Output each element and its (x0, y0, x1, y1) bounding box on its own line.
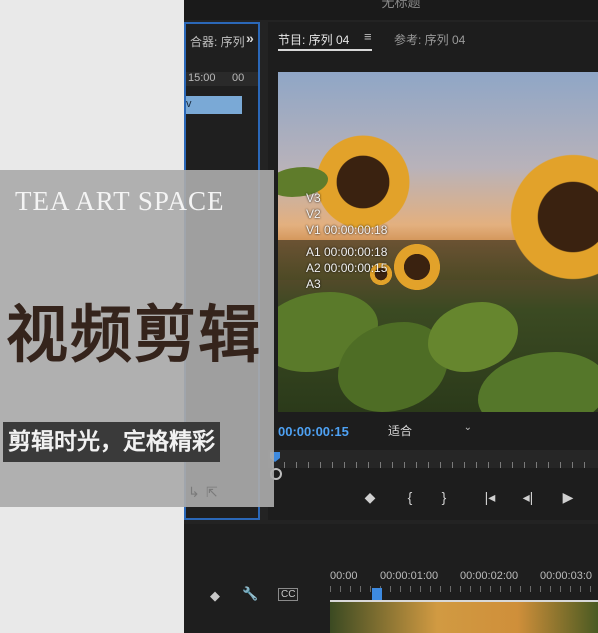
mark-out-button[interactable]: } (434, 489, 454, 505)
sunflower-image (390, 242, 444, 292)
playhead-timecode[interactable]: 00:00:00:15 (278, 424, 349, 439)
panel-menu-icon[interactable]: ≡ (364, 29, 372, 44)
play-button[interactable]: ▶ (558, 489, 578, 506)
overlay-track-v2: V2 (306, 207, 321, 221)
overlay-track-a2: A2 00:00:00:15 (306, 261, 388, 275)
clip-label: v (186, 98, 192, 110)
go-to-in-button[interactable]: |◂ (480, 489, 500, 506)
marker-button[interactable]: ◆ (360, 489, 380, 506)
source-ruler[interactable]: 15:00 00 (186, 72, 258, 86)
add-marker-icon[interactable]: ◆ (210, 588, 220, 604)
share-icon: ⇱ (206, 484, 218, 500)
window-title: 无标题 (381, 0, 421, 10)
source-clip[interactable]: v (186, 96, 242, 114)
subtitle: 剪辑时光，定格精彩 (3, 422, 220, 462)
program-monitor: 节目: 序列 04 ≡ 参考: 序列 04 V3 V2 V1 00:00:00:… (268, 22, 598, 520)
ruler-label: 00:00:03:0 (540, 570, 592, 582)
ruler-label: 00:00:01:00 (380, 570, 439, 582)
active-tab-underline (278, 49, 372, 51)
tab-program[interactable]: 节目: 序列 04 (278, 31, 349, 48)
overlay-track-v1: V1 00:00:00:18 (306, 223, 388, 237)
ruler-label: 15:00 (188, 72, 216, 84)
timeline-ruler[interactable]: 00:00 00:00:01:00 00:00:02:00 00:00:03:0 (330, 568, 598, 586)
captions-icon[interactable]: CC (278, 588, 299, 601)
panel-overflow-icon[interactable]: » (246, 30, 254, 46)
ruler-label: 00:00:02:00 (460, 570, 519, 582)
brand-name: TEA ART SPACE (15, 186, 225, 216)
tab-source[interactable]: 合器: 序列 (190, 33, 245, 50)
overlay-track-a3: A3 (306, 277, 321, 291)
headline: 视频剪辑 (6, 298, 263, 371)
wrench-icon[interactable]: 🔧 (242, 586, 258, 602)
export-icon: ↳ (188, 484, 200, 500)
overlay-track-a1: A1 00:00:00:18 (306, 245, 388, 259)
tab-reference[interactable]: 参考: 序列 04 (394, 31, 465, 48)
mark-in-button[interactable]: { (400, 489, 420, 505)
scrub-ticks (272, 462, 592, 468)
timeline-playhead[interactable] (372, 588, 382, 600)
leaf-image (428, 302, 518, 372)
timeline-ticks (330, 586, 598, 592)
step-back-button[interactable]: ◂| (518, 489, 538, 506)
video-preview[interactable]: V3 V2 V1 00:00:00:18 A1 00:00:00:18 A2 0… (278, 72, 598, 412)
ruler-label: 00 (232, 72, 245, 84)
ruler-label: 00:00 (330, 570, 358, 582)
timeline-video-clip[interactable] (330, 602, 598, 633)
chevron-down-icon: ⌄ (463, 422, 472, 433)
title-bar: 无标题 (184, 0, 598, 20)
overlay-track-v3: V3 (306, 191, 321, 205)
fit-label: 适合 (388, 424, 413, 438)
zoom-fit-select[interactable]: 适合 ⌄ (388, 422, 478, 440)
